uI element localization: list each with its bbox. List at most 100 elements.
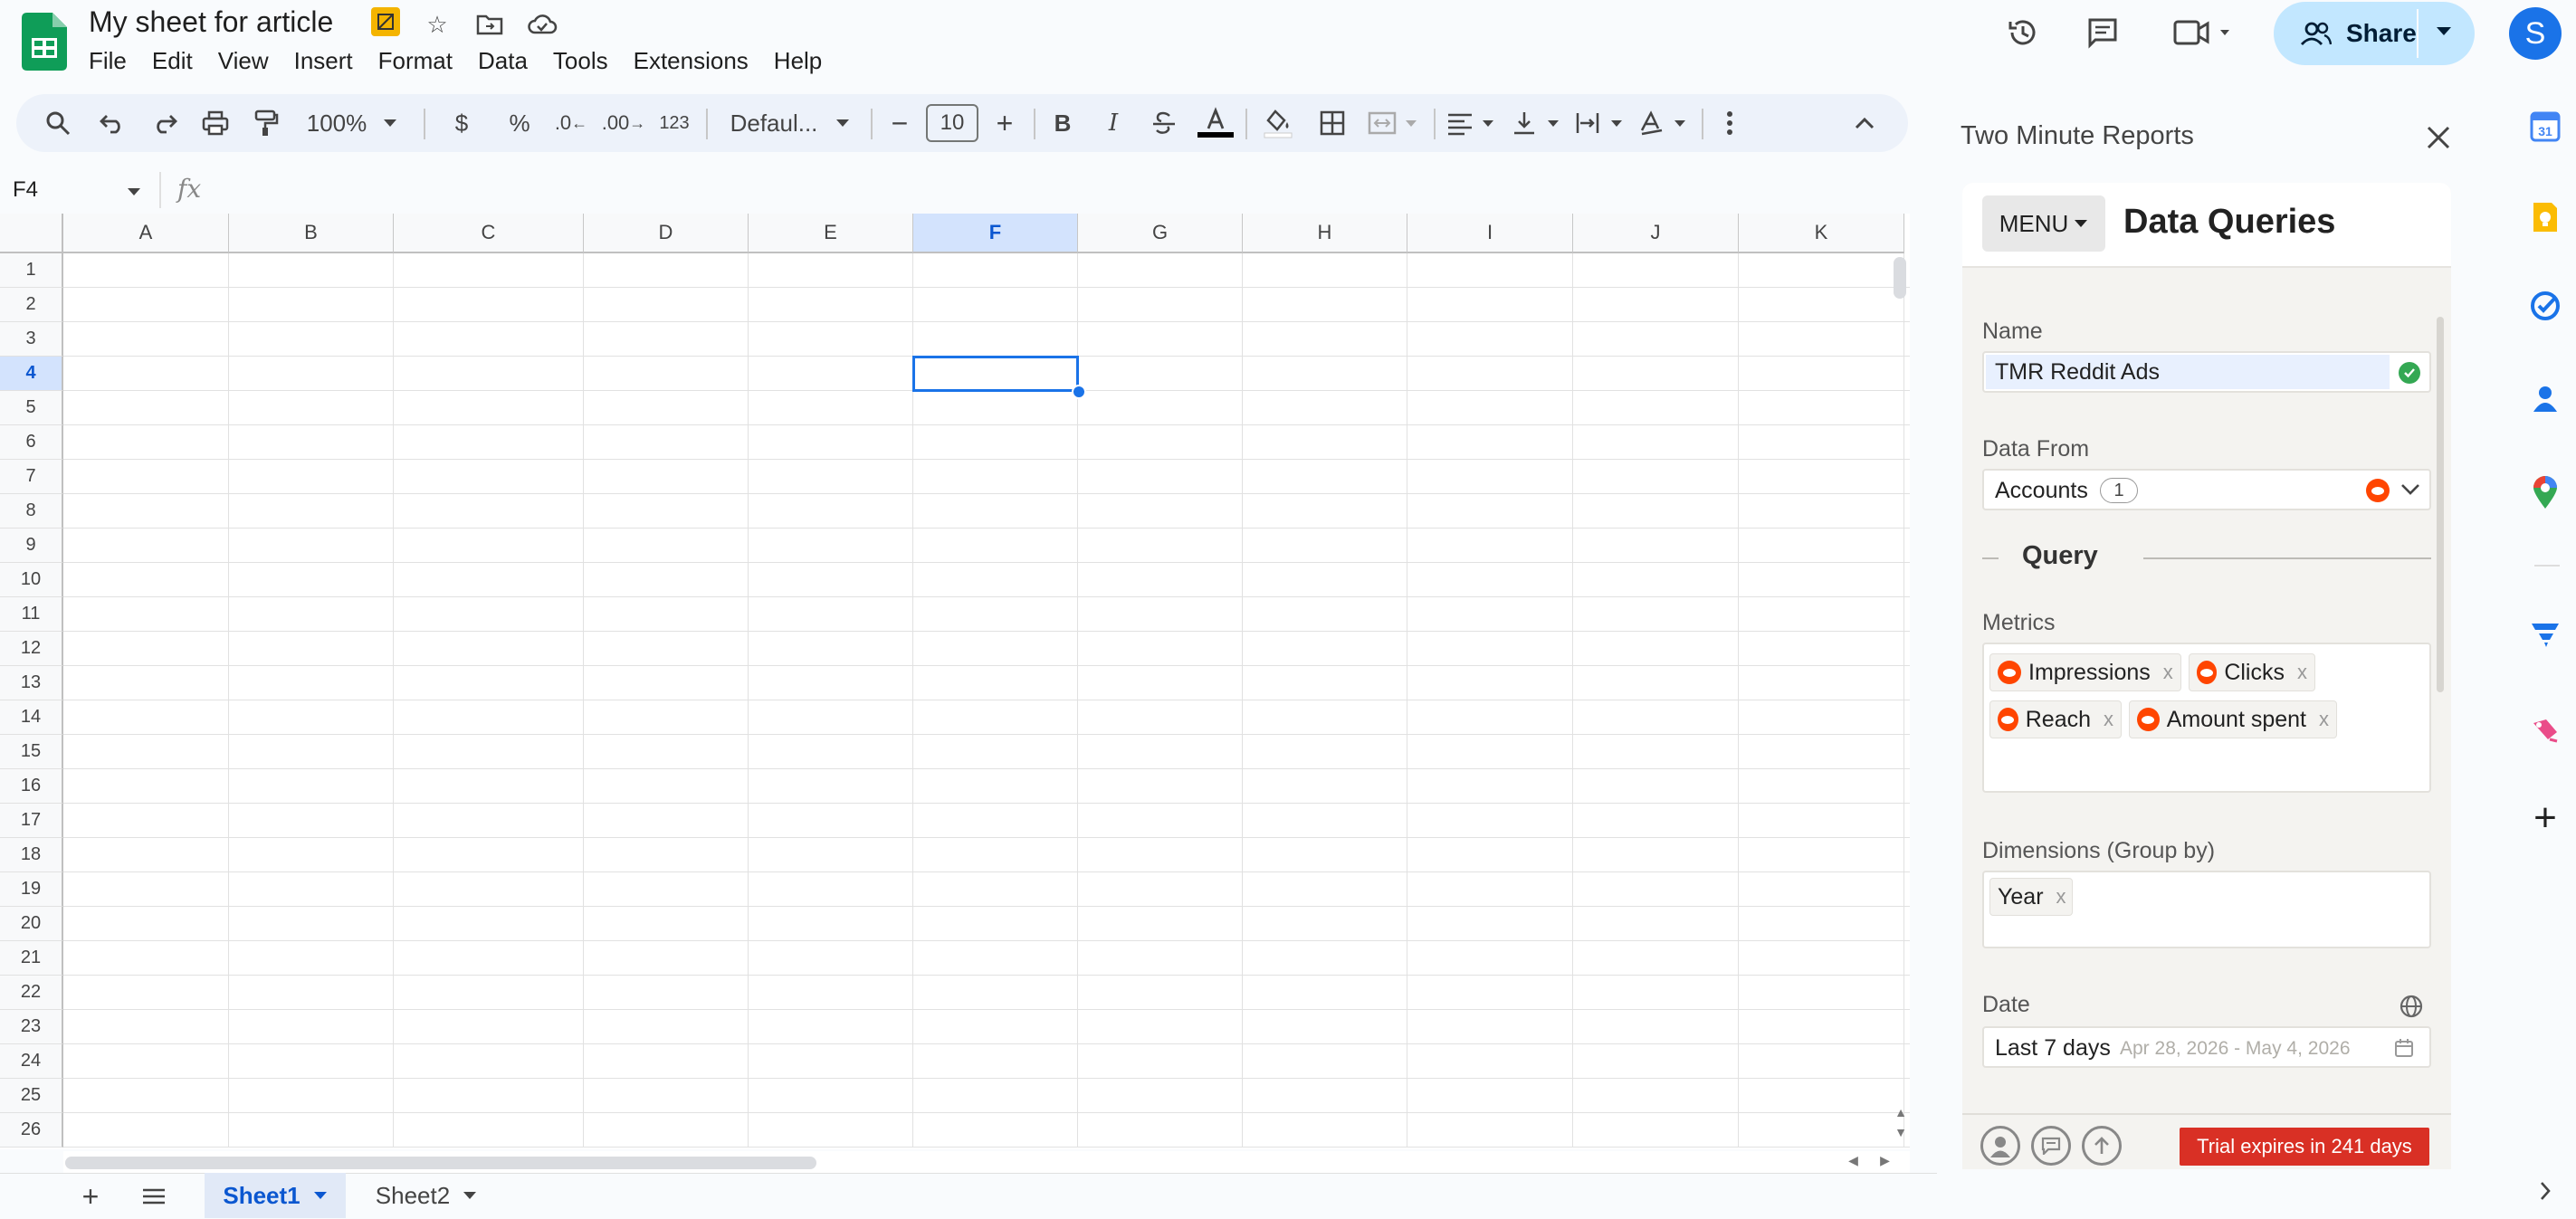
- column-header-a[interactable]: A: [63, 214, 229, 253]
- column-header-g[interactable]: G: [1078, 214, 1243, 253]
- maps-app-icon[interactable]: [2527, 474, 2563, 510]
- row-header-23[interactable]: 23: [0, 1010, 63, 1044]
- selected-cell[interactable]: [912, 356, 1079, 392]
- two-minute-reports-icon[interactable]: [2527, 617, 2563, 653]
- date-range-field[interactable]: Last 7 days Apr 28, 2026 - May 4, 2026: [1982, 1026, 2431, 1068]
- search-menus-icon[interactable]: [38, 94, 78, 152]
- row-header-10[interactable]: 10: [0, 563, 63, 597]
- column-header-f[interactable]: F: [913, 214, 1078, 253]
- row-header-5[interactable]: 5: [0, 391, 63, 425]
- scroll-arrows-horizontal[interactable]: ◀ ▶: [1837, 1153, 1901, 1171]
- contacts-app-icon[interactable]: [2527, 380, 2563, 416]
- text-color-icon[interactable]: [1195, 94, 1236, 152]
- scroll-arrows-vertical[interactable]: ▲ ▼: [1892, 1102, 1910, 1148]
- close-icon[interactable]: [2413, 112, 2464, 163]
- row-header-12[interactable]: 12: [0, 632, 63, 666]
- bold-button[interactable]: B: [1045, 94, 1081, 152]
- sheets-logo-icon[interactable]: [22, 13, 67, 71]
- column-header-b[interactable]: B: [229, 214, 394, 253]
- number-format-button[interactable]: 123: [654, 94, 695, 152]
- menu-data[interactable]: Data: [465, 43, 540, 79]
- vertical-scrollbar[interactable]: [1894, 257, 1906, 299]
- vertical-align-icon[interactable]: [1510, 94, 1568, 152]
- row-header-17[interactable]: 17: [0, 804, 63, 838]
- all-sheets-icon[interactable]: [134, 1176, 174, 1216]
- text-rotation-icon[interactable]: [1636, 94, 1694, 152]
- row-header-1[interactable]: 1: [0, 253, 63, 288]
- meet-icon[interactable]: [2169, 13, 2237, 52]
- horizontal-align-icon[interactable]: [1445, 94, 1503, 152]
- metric-chip-amount-spent[interactable]: Amount spent x: [2129, 700, 2337, 738]
- keep-app-icon[interactable]: [2527, 199, 2563, 235]
- menu-tools[interactable]: Tools: [540, 43, 621, 79]
- share-button[interactable]: Share: [2274, 2, 2475, 65]
- row-header-7[interactable]: 7: [0, 460, 63, 494]
- merge-cells-icon[interactable]: [1365, 94, 1425, 152]
- menu-help[interactable]: Help: [761, 43, 835, 79]
- menu-view[interactable]: View: [205, 43, 281, 79]
- calendar-app-icon[interactable]: 31: [2527, 109, 2563, 145]
- strikethrough-icon[interactable]: [1146, 94, 1182, 152]
- font-size-increase-button[interactable]: +: [987, 94, 1023, 152]
- undo-icon[interactable]: [94, 94, 130, 152]
- name-box-dropdown-icon[interactable]: [127, 185, 141, 201]
- column-header-c[interactable]: C: [394, 214, 584, 253]
- document-title[interactable]: My sheet for article: [89, 5, 333, 39]
- hide-side-panel-icon[interactable]: [2527, 1173, 2563, 1209]
- upgrade-arrow-icon[interactable]: [2082, 1126, 2122, 1166]
- addon-badge-icon[interactable]: [371, 7, 400, 36]
- chevron-down-icon[interactable]: [463, 1191, 477, 1200]
- paint-format-icon[interactable]: [248, 94, 284, 152]
- row-header-14[interactable]: 14: [0, 700, 63, 735]
- row-header-18[interactable]: 18: [0, 838, 63, 872]
- font-size-input[interactable]: 10: [926, 104, 978, 142]
- star-icon[interactable]: ☆: [422, 9, 453, 40]
- name-box[interactable]: F4: [13, 177, 38, 203]
- print-icon[interactable]: [197, 94, 234, 152]
- share-dropdown-icon[interactable]: [2435, 25, 2453, 43]
- remove-chip-icon[interactable]: x: [2056, 885, 2066, 909]
- font-size-decrease-button[interactable]: −: [882, 94, 918, 152]
- row-header-4[interactable]: 4: [0, 357, 63, 391]
- select-all-corner[interactable]: [0, 214, 63, 253]
- more-options-icon[interactable]: [1716, 94, 1743, 152]
- menu-edit[interactable]: Edit: [139, 43, 205, 79]
- trial-expiry-badge[interactable]: Trial expires in 241 days: [2180, 1128, 2429, 1166]
- version-history-icon[interactable]: [2000, 13, 2046, 52]
- data-from-select[interactable]: Accounts 1: [1982, 469, 2431, 510]
- column-header-k[interactable]: K: [1739, 214, 1904, 253]
- text-wrapping-icon[interactable]: [1573, 94, 1631, 152]
- menu-insert[interactable]: Insert: [281, 43, 366, 79]
- row-header-20[interactable]: 20: [0, 907, 63, 941]
- row-header-6[interactable]: 6: [0, 425, 63, 460]
- tasks-app-icon[interactable]: [2527, 288, 2563, 324]
- user-account-icon[interactable]: [1980, 1126, 2020, 1166]
- cloud-status-icon[interactable]: [527, 9, 558, 40]
- row-header-8[interactable]: 8: [0, 494, 63, 529]
- formula-input[interactable]: [210, 172, 1903, 208]
- row-header-22[interactable]: 22: [0, 976, 63, 1010]
- row-header-25[interactable]: 25: [0, 1079, 63, 1113]
- move-folder-icon[interactable]: [474, 9, 505, 40]
- remove-chip-icon[interactable]: x: [2319, 708, 2329, 731]
- spreadsheet-grid[interactable]: ABCDEFGHIJK 1 2 3 4 5 6 7 8 9 10 11 12 13 14 15 16 17 18 1…: [0, 214, 1910, 1149]
- italic-button[interactable]: I: [1095, 94, 1131, 152]
- panel-menu-button[interactable]: MENU: [1982, 195, 2105, 252]
- addon-app-icon[interactable]: [2527, 711, 2563, 748]
- column-header-d[interactable]: D: [584, 214, 749, 253]
- redo-icon[interactable]: [147, 94, 183, 152]
- row-header-2[interactable]: 2: [0, 288, 63, 322]
- remove-chip-icon[interactable]: x: [2163, 661, 2173, 684]
- row-header-24[interactable]: 24: [0, 1044, 63, 1079]
- timezone-globe-icon[interactable]: [2399, 994, 2424, 1024]
- get-addons-plus-icon[interactable]: +: [2527, 795, 2563, 840]
- decrease-decimal-button[interactable]: .0 ←: [550, 94, 592, 152]
- currency-format-button[interactable]: $: [444, 94, 480, 152]
- remove-chip-icon[interactable]: x: [2297, 661, 2307, 684]
- percent-format-button[interactable]: %: [501, 94, 538, 152]
- row-header-21[interactable]: 21: [0, 941, 63, 976]
- metric-chip-impressions[interactable]: Impressions x: [1989, 653, 2181, 691]
- account-avatar[interactable]: S: [2509, 7, 2562, 60]
- zoom-select[interactable]: 100%: [299, 94, 405, 152]
- remove-chip-icon[interactable]: x: [2104, 708, 2113, 731]
